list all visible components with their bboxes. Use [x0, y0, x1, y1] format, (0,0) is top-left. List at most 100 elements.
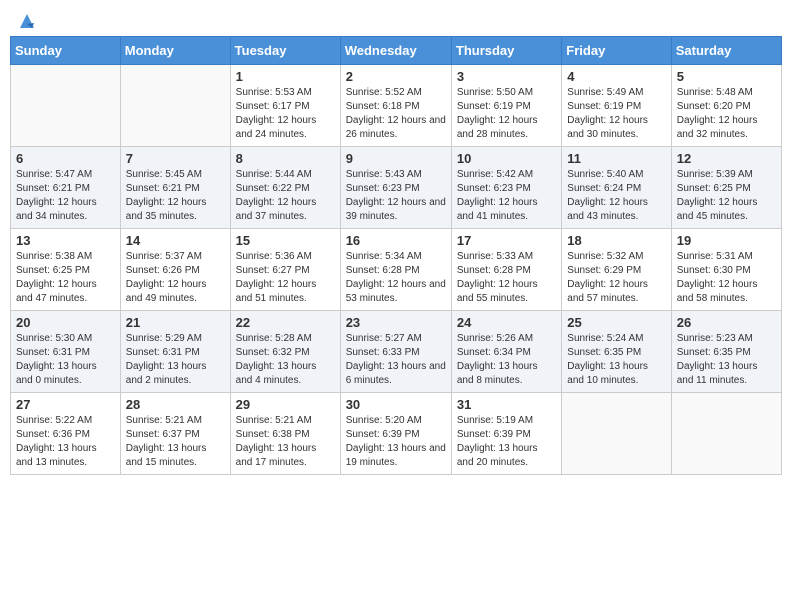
day-info: Sunrise: 5:21 AM Sunset: 6:38 PM Dayligh… — [236, 415, 317, 468]
calendar-day-cell: 27 Sunrise: 5:22 AM Sunset: 6:36 PM Dayli… — [11, 393, 121, 475]
day-info: Sunrise: 5:42 AM Sunset: 6:23 PM Dayligh… — [457, 169, 538, 222]
day-number: 31 — [457, 397, 556, 412]
day-number: 22 — [236, 315, 335, 330]
calendar-week-row: 20 Sunrise: 5:30 AM Sunset: 6:31 PM Dayli… — [11, 311, 782, 393]
calendar-day-cell — [671, 393, 781, 475]
calendar-day-cell: 8 Sunrise: 5:44 AM Sunset: 6:22 PM Daylig… — [230, 147, 340, 229]
calendar-day-cell: 23 Sunrise: 5:27 AM Sunset: 6:33 PM Dayli… — [340, 311, 451, 393]
day-number: 16 — [346, 233, 446, 248]
calendar-day-cell: 14 Sunrise: 5:37 AM Sunset: 6:26 PM Dayli… — [120, 229, 230, 311]
logo-icon — [16, 10, 38, 32]
calendar-day-cell: 12Sunrise: 5:39 AM Sunset: 6:25 PM Dayli… — [671, 147, 781, 229]
calendar-table: SundayMondayTuesdayWednesdayThursdayFrid… — [10, 36, 782, 475]
calendar-day-cell: 30 Sunrise: 5:20 AM Sunset: 6:39 PM Dayli… — [340, 393, 451, 475]
calendar-header-row: SundayMondayTuesdayWednesdayThursdayFrid… — [11, 37, 782, 65]
day-number: 7 — [126, 151, 225, 166]
calendar-day-cell: 18 Sunrise: 5:32 AM Sunset: 6:29 PM Dayli… — [562, 229, 671, 311]
calendar-day-cell: 7 Sunrise: 5:45 AM Sunset: 6:21 PM Daylig… — [120, 147, 230, 229]
calendar-day-cell: 9 Sunrise: 5:43 AM Sunset: 6:23 PM Daylig… — [340, 147, 451, 229]
day-info: Sunrise: 5:32 AM Sunset: 6:29 PM Dayligh… — [567, 251, 648, 304]
day-info: Sunrise: 5:20 AM Sunset: 6:39 PM Dayligh… — [346, 415, 446, 468]
day-info: Sunrise: 5:28 AM Sunset: 6:32 PM Dayligh… — [236, 333, 317, 386]
calendar-day-cell: 22 Sunrise: 5:28 AM Sunset: 6:32 PM Dayli… — [230, 311, 340, 393]
calendar-week-row: 27 Sunrise: 5:22 AM Sunset: 6:36 PM Dayli… — [11, 393, 782, 475]
calendar-day-cell: 25 Sunrise: 5:24 AM Sunset: 6:35 PM Dayli… — [562, 311, 671, 393]
day-number: 30 — [346, 397, 446, 412]
calendar-day-cell: 13 Sunrise: 5:38 AM Sunset: 6:25 PM Dayli… — [11, 229, 121, 311]
calendar-day-cell: 2 Sunrise: 5:52 AM Sunset: 6:18 PM Daylig… — [340, 65, 451, 147]
calendar-day-header: Monday — [120, 37, 230, 65]
calendar-week-row: 6Sunrise: 5:47 AM Sunset: 6:21 PM Daylig… — [11, 147, 782, 229]
day-info: Sunrise: 5:23 AM Sunset: 6:35 PM Dayligh… — [677, 333, 758, 386]
day-info: Sunrise: 5:22 AM Sunset: 6:36 PM Dayligh… — [16, 415, 97, 468]
day-number: 2 — [346, 69, 446, 84]
day-number: 17 — [457, 233, 556, 248]
day-info: Sunrise: 5:53 AM Sunset: 6:17 PM Dayligh… — [236, 87, 317, 140]
day-number: 29 — [236, 397, 335, 412]
day-number: 25 — [567, 315, 665, 330]
calendar-week-row: 13 Sunrise: 5:38 AM Sunset: 6:25 PM Dayli… — [11, 229, 782, 311]
calendar-day-cell: 24 Sunrise: 5:26 AM Sunset: 6:34 PM Dayli… — [451, 311, 561, 393]
day-info: Sunrise: 5:44 AM Sunset: 6:22 PM Dayligh… — [236, 169, 317, 222]
day-info: Sunrise: 5:27 AM Sunset: 6:33 PM Dayligh… — [346, 333, 446, 386]
day-info: Sunrise: 5:24 AM Sunset: 6:35 PM Dayligh… — [567, 333, 648, 386]
day-number: 14 — [126, 233, 225, 248]
day-number: 23 — [346, 315, 446, 330]
calendar-day-header: Saturday — [671, 37, 781, 65]
day-number: 12 — [677, 151, 776, 166]
day-info: Sunrise: 5:52 AM Sunset: 6:18 PM Dayligh… — [346, 87, 446, 140]
day-info: Sunrise: 5:19 AM Sunset: 6:39 PM Dayligh… — [457, 415, 538, 468]
calendar-day-cell: 21 Sunrise: 5:29 AM Sunset: 6:31 PM Dayli… — [120, 311, 230, 393]
day-info: Sunrise: 5:49 AM Sunset: 6:19 PM Dayligh… — [567, 87, 648, 140]
day-info: Sunrise: 5:37 AM Sunset: 6:26 PM Dayligh… — [126, 251, 207, 304]
day-info: Sunrise: 5:38 AM Sunset: 6:25 PM Dayligh… — [16, 251, 97, 304]
logo — [14, 10, 38, 28]
day-number: 10 — [457, 151, 556, 166]
calendar-day-cell: 17 Sunrise: 5:33 AM Sunset: 6:28 PM Dayli… — [451, 229, 561, 311]
day-number: 15 — [236, 233, 335, 248]
day-number: 5 — [677, 69, 776, 84]
calendar-day-cell: 20 Sunrise: 5:30 AM Sunset: 6:31 PM Dayli… — [11, 311, 121, 393]
calendar-day-cell: 4 Sunrise: 5:49 AM Sunset: 6:19 PM Daylig… — [562, 65, 671, 147]
day-number: 4 — [567, 69, 665, 84]
calendar-day-cell — [562, 393, 671, 475]
day-info: Sunrise: 5:26 AM Sunset: 6:34 PM Dayligh… — [457, 333, 538, 386]
calendar-day-cell: 15 Sunrise: 5:36 AM Sunset: 6:27 PM Dayli… — [230, 229, 340, 311]
calendar-day-header: Friday — [562, 37, 671, 65]
day-number: 8 — [236, 151, 335, 166]
day-info: Sunrise: 5:45 AM Sunset: 6:21 PM Dayligh… — [126, 169, 207, 222]
day-info: Sunrise: 5:31 AM Sunset: 6:30 PM Dayligh… — [677, 251, 758, 304]
day-info: Sunrise: 5:29 AM Sunset: 6:31 PM Dayligh… — [126, 333, 207, 386]
calendar-week-row: 1Sunrise: 5:53 AM Sunset: 6:17 PM Daylig… — [11, 65, 782, 147]
page-header — [10, 10, 782, 28]
day-info: Sunrise: 5:36 AM Sunset: 6:27 PM Dayligh… — [236, 251, 317, 304]
calendar-day-cell: 3Sunrise: 5:50 AM Sunset: 6:19 PM Daylig… — [451, 65, 561, 147]
day-number: 18 — [567, 233, 665, 248]
day-number: 11 — [567, 151, 665, 166]
calendar-day-header: Thursday — [451, 37, 561, 65]
day-number: 26 — [677, 315, 776, 330]
day-number: 24 — [457, 315, 556, 330]
calendar-day-cell — [11, 65, 121, 147]
calendar-day-cell — [120, 65, 230, 147]
calendar-day-cell: 26 Sunrise: 5:23 AM Sunset: 6:35 PM Dayli… — [671, 311, 781, 393]
day-number: 21 — [126, 315, 225, 330]
calendar-day-cell: 16 Sunrise: 5:34 AM Sunset: 6:28 PM Dayli… — [340, 229, 451, 311]
calendar-day-cell: 6Sunrise: 5:47 AM Sunset: 6:21 PM Daylig… — [11, 147, 121, 229]
day-number: 19 — [677, 233, 776, 248]
day-number: 20 — [16, 315, 115, 330]
day-info: Sunrise: 5:48 AM Sunset: 6:20 PM Dayligh… — [677, 87, 758, 140]
day-number: 27 — [16, 397, 115, 412]
day-info: Sunrise: 5:33 AM Sunset: 6:28 PM Dayligh… — [457, 251, 538, 304]
day-info: Sunrise: 5:30 AM Sunset: 6:31 PM Dayligh… — [16, 333, 97, 386]
day-number: 6 — [16, 151, 115, 166]
calendar-day-header: Sunday — [11, 37, 121, 65]
day-info: Sunrise: 5:40 AM Sunset: 6:24 PM Dayligh… — [567, 169, 648, 222]
day-info: Sunrise: 5:43 AM Sunset: 6:23 PM Dayligh… — [346, 169, 446, 222]
day-info: Sunrise: 5:21 AM Sunset: 6:37 PM Dayligh… — [126, 415, 207, 468]
day-number: 9 — [346, 151, 446, 166]
calendar-day-cell: 29 Sunrise: 5:21 AM Sunset: 6:38 PM Dayli… — [230, 393, 340, 475]
day-info: Sunrise: 5:34 AM Sunset: 6:28 PM Dayligh… — [346, 251, 446, 304]
calendar-day-header: Tuesday — [230, 37, 340, 65]
day-number: 13 — [16, 233, 115, 248]
